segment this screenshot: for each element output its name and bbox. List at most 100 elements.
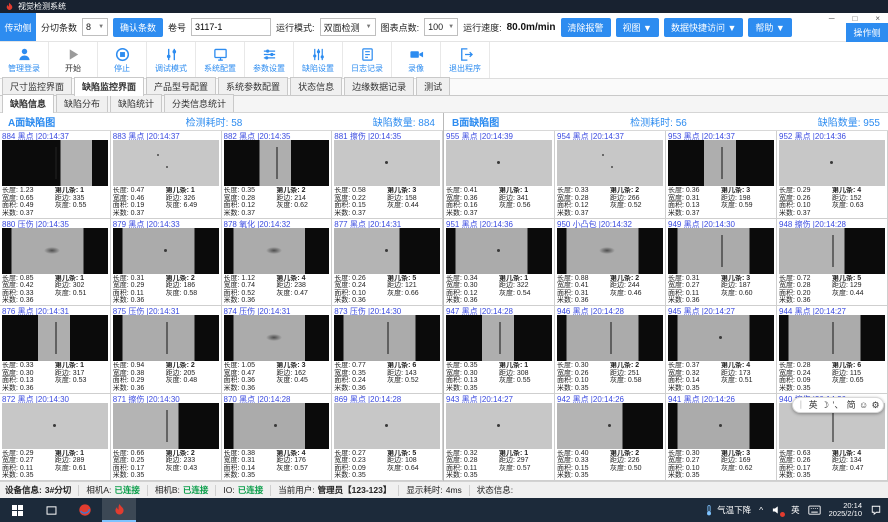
panel-b-grid: 955 黑点 |20:14:39长度: 0.41宽度: 0.36面积: 0.16… — [444, 131, 888, 481]
action-log-button[interactable]: 日志记录 — [343, 42, 392, 78]
taskbar-tray: 气温下降 ^ 英 20:142025/2/10 — [704, 498, 888, 522]
defect-thumbnail-881[interactable]: 881 擦伤 |20:14:35长度: 0.58宽度: 0.22面积: 0.15… — [332, 131, 443, 219]
defect-thumbnail-948[interactable]: 948 擦伤 |20:14:28长度: 0.72宽度: 0.28面积: 0.20… — [777, 219, 888, 307]
drive-side-button[interactable]: 传动侧 — [0, 13, 36, 41]
defect-thumbnail-884[interactable]: 884 黑点 |20:14:37长度: 1.23宽度: 0.65面积: 0.49… — [0, 131, 111, 219]
defect-thumbnail-883[interactable]: 883 黑点 |20:14:37长度: 0.47宽度: 0.46面积: 0.19… — [111, 131, 222, 219]
defect-thumbnail-876[interactable]: 876 黑点 |20:14:31长度: 0.33宽度: 0.30面积: 0.13… — [0, 306, 111, 394]
defect-thumbnail-941[interactable]: 941 黑点 |20:14:26长度: 0.30宽度: 0.27面积: 0.10… — [666, 394, 777, 482]
defect-info: 长度: 0.30宽度: 0.27面积: 0.10米数: 0.35第几条: 3距边… — [668, 449, 774, 480]
defect-thumbnail-950[interactable]: 950 小凸包 |20:14:32长度: 0.88宽度: 0.41面积: 0.3… — [555, 219, 666, 307]
data-quick-access-menu-button[interactable]: 数据快捷访问 ▼ — [664, 18, 743, 37]
subtab-3[interactable]: 分类信息统计 — [164, 94, 234, 112]
defect-info: 长度: 0.29宽度: 0.27面积: 0.11米数: 0.35第几条: 1距边… — [2, 449, 108, 480]
tab-5[interactable]: 边缘数据记录 — [344, 77, 414, 95]
defect-thumbnail-882[interactable]: 882 黑点 |20:14:35长度: 0.35宽度: 0.28面积: 0.12… — [222, 131, 333, 219]
defect-thumbnail-949[interactable]: 949 黑点 |20:14:30长度: 0.31宽度: 0.27面积: 0.11… — [666, 219, 777, 307]
ime-language-indicator[interactable]: 英 — [791, 504, 800, 516]
panel-b-title: B面缺陷图 — [452, 114, 499, 129]
view-menu-button[interactable]: 视图 ▼ — [616, 18, 659, 37]
action-params-button[interactable]: 参数设置 — [245, 42, 294, 78]
defect-thumbnail-955[interactable]: 955 黑点 |20:14:39长度: 0.41宽度: 0.36面积: 0.16… — [444, 131, 555, 219]
defect-thumbnail-942[interactable]: 942 黑点 |20:14:26长度: 0.40宽度: 0.33面积: 0.15… — [555, 394, 666, 482]
defect-image — [446, 315, 552, 361]
tray-expand-chevron[interactable]: ^ — [759, 505, 763, 515]
subtab-2[interactable]: 缺陷统计 — [110, 94, 162, 112]
subtab-0[interactable]: 缺陷信息 — [2, 94, 54, 113]
panel-b-detect-time: 检测耗时: 56 — [630, 114, 687, 129]
ime-fullhalf-moon-icon[interactable]: ☽ — [821, 401, 829, 410]
defect-image — [779, 228, 885, 274]
thermometer-icon — [704, 504, 714, 517]
ime-settings-gear-icon[interactable]: ⚙ — [872, 401, 880, 410]
defect-thumbnail-952[interactable]: 952 黑点 |20:14:36长度: 0.29宽度: 0.26面积: 0.10… — [777, 131, 888, 219]
taskbar-clock[interactable]: 20:142025/2/10 — [829, 502, 862, 519]
tab-1[interactable]: 缺陷监控界面 — [74, 77, 144, 96]
action-stop-button[interactable]: 停止 — [98, 42, 147, 78]
defect-thumbnail-877[interactable]: 877 黑点 |20:14:31长度: 0.26宽度: 0.24面积: 0.10… — [332, 219, 443, 307]
defect-thumbnail-873[interactable]: 873 压伤 |20:14:30长度: 0.77宽度: 0.35面积: 0.24… — [332, 306, 443, 394]
defect-mark — [55, 322, 57, 354]
pinned-app-button[interactable] — [68, 498, 102, 522]
ime-lang-toggle[interactable]: 英 — [809, 401, 818, 410]
action-center-icon[interactable] — [870, 504, 882, 516]
tab-0[interactable]: 尺寸监控界面 — [2, 77, 72, 95]
defect-mark — [157, 154, 159, 156]
defect-thumbnail-951[interactable]: 951 黑点 |20:14:36长度: 0.34宽度: 0.30面积: 0.12… — [444, 219, 555, 307]
run-mode-select[interactable]: 双面检测▼ — [320, 18, 376, 36]
defect-thumbnail-875[interactable]: 875 压伤 |20:14:31长度: 0.94宽度: 0.38面积: 0.29… — [111, 306, 222, 394]
action-play-button[interactable]: 开始 — [49, 42, 98, 78]
log-icon — [360, 47, 375, 62]
window-controls: ─ □ × — [829, 14, 880, 23]
defect-thumbnail-869[interactable]: 869 黑点 |20:14:28长度: 0.27宽度: 0.23面积: 0.09… — [332, 394, 443, 482]
defect-thumbnail-946[interactable]: 946 黑点 |20:14:28长度: 0.30宽度: 0.26面积: 0.10… — [555, 306, 666, 394]
defect-thumbnail-944[interactable]: 944 黑点 |20:14:27长度: 0.28宽度: 0.24面积: 0.09… — [777, 306, 888, 394]
defect-thumbnail-879[interactable]: 879 黑点 |20:14:33长度: 0.31宽度: 0.29面积: 0.11… — [111, 219, 222, 307]
tab-3[interactable]: 系统参数配置 — [218, 77, 288, 95]
minimize-button[interactable]: ─ — [829, 14, 835, 23]
clear-alarm-button[interactable]: 清除报警 — [561, 18, 611, 37]
confirm-count-button[interactable]: 确认条数 — [113, 18, 163, 37]
touch-keyboard-icon[interactable] — [808, 505, 821, 516]
defect-thumbnail-947[interactable]: 947 黑点 |20:14:28长度: 0.35宽度: 0.30面积: 0.13… — [444, 306, 555, 394]
defect-thumbnail-945[interactable]: 945 黑点 |20:14:27长度: 0.37宽度: 0.32面积: 0.14… — [666, 306, 777, 394]
ime-punctuation-toggle[interactable]: ’、 — [832, 401, 843, 410]
task-view-button[interactable] — [34, 498, 68, 522]
help-menu-button[interactable]: 帮助 ▼ — [748, 18, 791, 37]
action-defect-button[interactable]: 缺陷设置 — [294, 42, 343, 78]
defect-cell-header: 873 压伤 |20:14:30 — [334, 307, 440, 315]
weather-widget[interactable]: 气温下降 — [704, 504, 751, 517]
defect-thumbnail-870[interactable]: 870 黑点 |20:14:28长度: 0.38宽度: 0.31面积: 0.14… — [222, 394, 333, 482]
active-app-button[interactable] — [102, 498, 136, 522]
action-exit-button[interactable]: 退出程序 — [441, 42, 490, 78]
tab-2[interactable]: 产品型号配置 — [146, 77, 216, 95]
slit-count-select[interactable]: 8▼ — [82, 18, 108, 36]
defect-thumbnail-954[interactable]: 954 黑点 |20:14:37长度: 0.33宽度: 0.28面积: 0.12… — [555, 131, 666, 219]
action-user-button[interactable]: 管理登录 — [0, 42, 49, 78]
tab-6[interactable]: 测试 — [416, 77, 450, 95]
defect-thumbnail-872[interactable]: 872 黑点 |20:14:30长度: 0.29宽度: 0.27面积: 0.11… — [0, 394, 111, 482]
defect-thumbnail-943[interactable]: 943 黑点 |20:14:27长度: 0.32宽度: 0.28面积: 0.11… — [444, 394, 555, 482]
ime-simplified-toggle[interactable]: 简 — [847, 401, 856, 410]
defect-thumbnail-878[interactable]: 878 氧化 |20:14:32长度: 1.12宽度: 0.74面积: 0.52… — [222, 219, 333, 307]
close-button[interactable]: × — [875, 14, 880, 23]
defect-thumbnail-871[interactable]: 871 擦伤 |20:14:30长度: 0.66宽度: 0.25面积: 0.17… — [111, 394, 222, 482]
defect-thumbnail-953[interactable]: 953 黑点 |20:14:37长度: 0.36宽度: 0.31面积: 0.13… — [666, 131, 777, 219]
defect-info: 长度: 0.34宽度: 0.30面积: 0.12米数: 0.36第几条: 1距边… — [446, 274, 552, 305]
defect-thumbnail-874[interactable]: 874 压伤 |20:14:31长度: 1.05宽度: 0.47面积: 0.36… — [222, 306, 333, 394]
action-camera-button[interactable]: 录像 — [392, 42, 441, 78]
volume-button[interactable] — [771, 504, 783, 516]
tab-4[interactable]: 状态信息 — [290, 77, 342, 95]
maximize-button[interactable]: □ — [852, 14, 857, 23]
operator-side-button[interactable]: 操作侧 — [846, 23, 888, 42]
ime-drag-handle[interactable]: 丨 — [796, 401, 805, 410]
ime-emoji-icon[interactable]: ☺ — [859, 401, 868, 410]
action-monitor-button[interactable]: 系统配置 — [196, 42, 245, 78]
defect-thumbnail-880[interactable]: 880 压伤 |20:14:35长度: 0.85宽度: 0.42面积: 0.33… — [0, 219, 111, 307]
roll-number-input[interactable] — [191, 18, 271, 36]
action-debug-button[interactable]: 调试模式 — [147, 42, 196, 78]
start-button[interactable] — [0, 498, 34, 522]
defect-cell-header: 875 压伤 |20:14:31 — [113, 307, 219, 315]
chart-points-select[interactable]: 100▼ — [424, 18, 458, 36]
subtab-1[interactable]: 缺陷分布 — [56, 94, 108, 112]
